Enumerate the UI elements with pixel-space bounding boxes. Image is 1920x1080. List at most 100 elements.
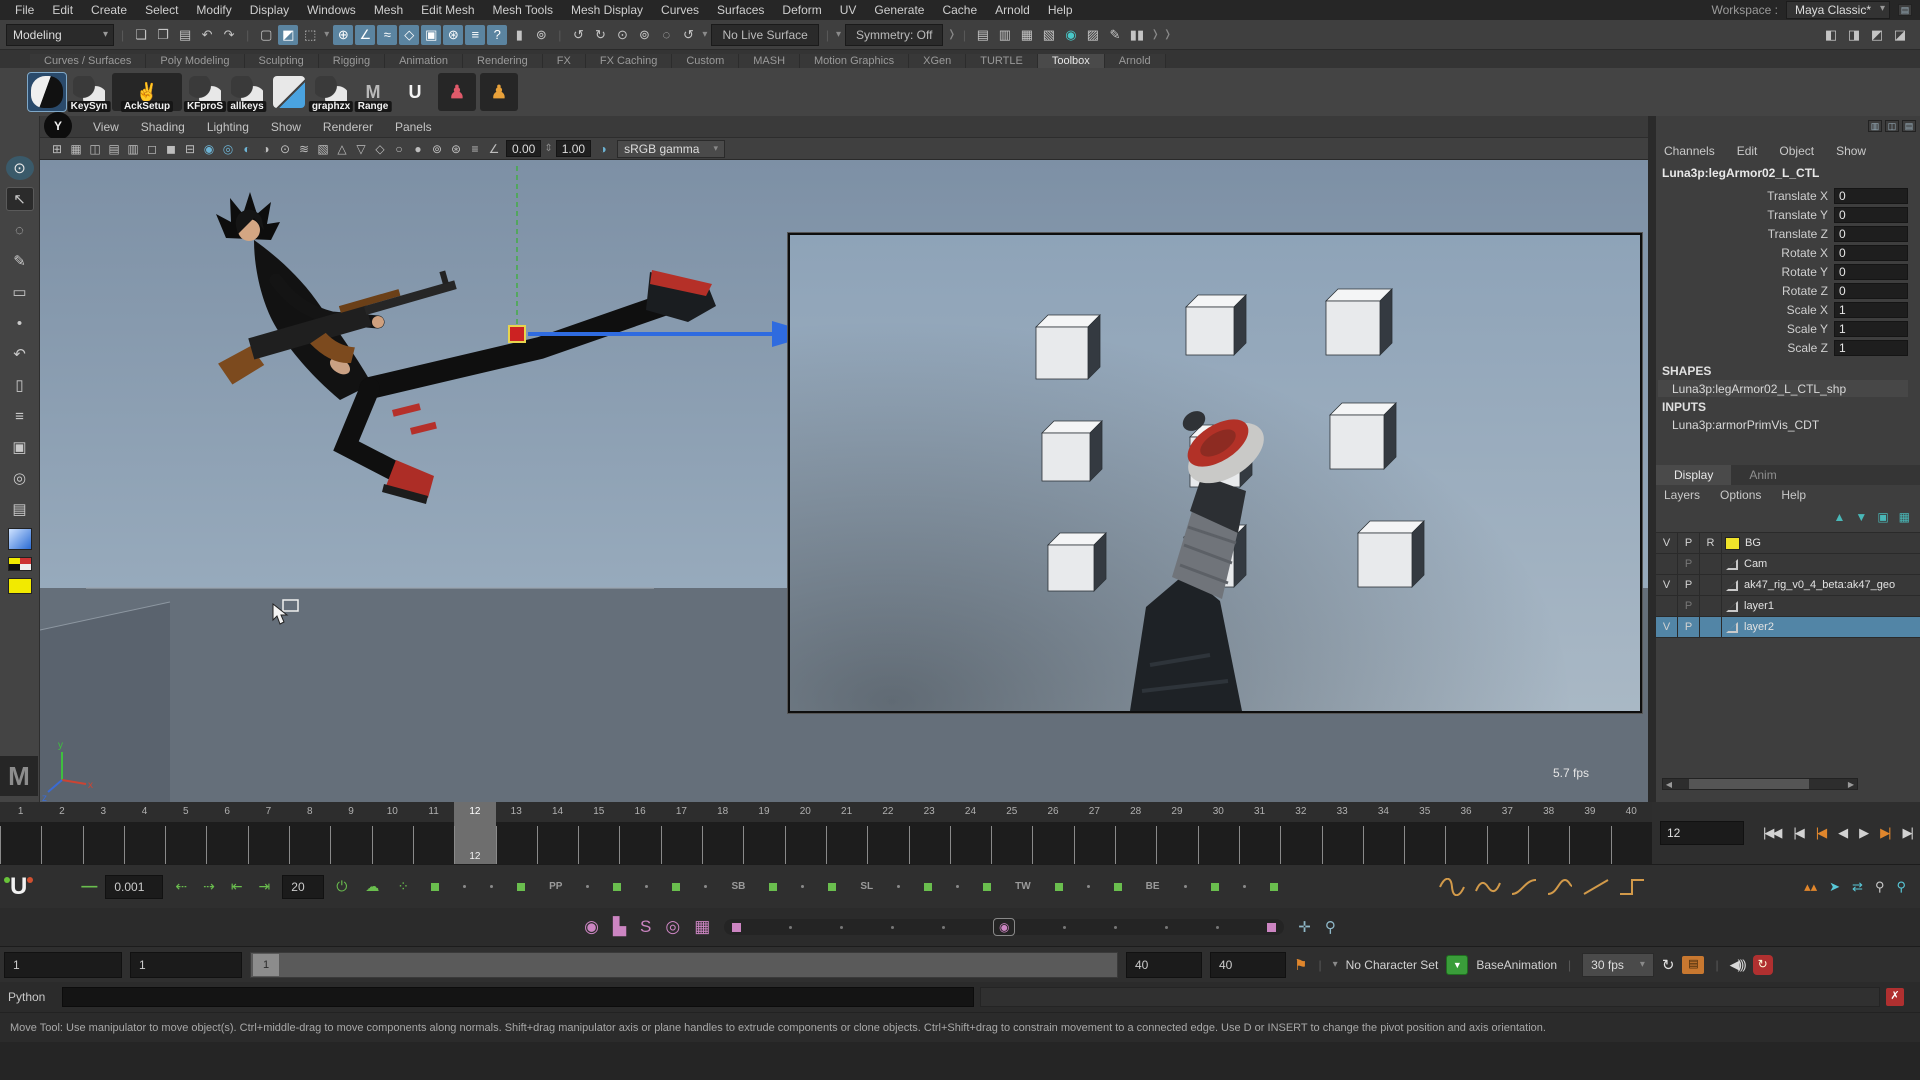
menu-item[interactable]: Arnold [986, 3, 1039, 17]
viewport-menu-item[interactable]: View [82, 120, 130, 134]
shelf-item[interactable]: U [396, 73, 434, 111]
key-strip-item[interactable] [517, 883, 525, 891]
rotate-tool-icon[interactable]: • [6, 311, 34, 335]
frame-cell[interactable]: 34 34 [1363, 802, 1404, 864]
shelf-item[interactable] [28, 73, 66, 111]
frame-cell[interactable]: 7 7 [248, 802, 289, 864]
shelf-item[interactable]: KFproS [186, 73, 224, 111]
menu-item[interactable]: Mesh Display [562, 3, 652, 17]
layer-editor-tab[interactable]: Anim [1731, 465, 1794, 485]
frame-cell[interactable]: 29 29 [1156, 802, 1197, 864]
shelf-item[interactable]: KeySyn [70, 73, 108, 111]
shift-keys-left-icon[interactable]: ⇤ [227, 878, 247, 895]
redo-icon[interactable]: ↷ [219, 25, 239, 45]
power-icon[interactable]: ⏻ [332, 878, 351, 895]
attribute-label[interactable]: Scale Z [1656, 341, 1834, 355]
character-pose-icon[interactable]: ⚲ [1875, 879, 1885, 895]
camera2-tool-icon[interactable]: ◎ [6, 466, 34, 490]
menu-item[interactable]: Curves [652, 3, 708, 17]
wireframe-icon[interactable]: ◉ [200, 140, 218, 158]
frame-cell[interactable]: 24 24 [950, 802, 991, 864]
play-forwards-button[interactable]: ▶ [1856, 825, 1870, 841]
field-chart-icon[interactable]: ▥ [124, 140, 142, 158]
manipulator-center-handle[interactable] [509, 326, 525, 342]
key-strip-item[interactable] [1055, 883, 1063, 891]
lights-icon[interactable]: ◑ [257, 140, 275, 158]
frame-cell[interactable]: 30 30 [1198, 802, 1239, 864]
move-tool-icon[interactable]: ▭ [6, 280, 34, 304]
layer-editor-menu-item[interactable]: Options [1720, 488, 1761, 502]
attribute-label[interactable]: Rotate Y [1656, 265, 1834, 279]
layer-color-swatch[interactable] [1725, 537, 1740, 550]
anim-layer-button[interactable]: ▼ [1446, 955, 1468, 975]
object-details-icon[interactable]: ≡ [466, 140, 484, 158]
dots-grid-icon[interactable]: ⁘ [393, 878, 413, 895]
playback-start-field[interactable]: 1 [130, 952, 242, 978]
layer-row[interactable]: P layer1 [1656, 596, 1920, 617]
bookmark-icon[interactable]: ⚑ [1294, 956, 1307, 974]
menu-item[interactable]: Display [241, 3, 298, 17]
viewport-menu-item[interactable]: Panels [384, 120, 443, 134]
playblast-icon[interactable]: ▤ [1682, 956, 1704, 974]
key-strip-item[interactable] [490, 885, 493, 888]
layer-scrollbar[interactable]: ◀ ▶ [1662, 778, 1858, 790]
make-live-icon[interactable]: ≡ [465, 25, 485, 45]
globe-icon[interactable]: ◎ [665, 917, 680, 937]
anim-layer-name[interactable]: BaseAnimation [1476, 958, 1557, 972]
history-chevron[interactable]: ▾ [702, 29, 707, 40]
frame-cell[interactable]: 17 17 [661, 802, 702, 864]
shelf-tab[interactable]: Arnold [1105, 54, 1166, 68]
layer-playback-toggle[interactable]: P [1678, 554, 1700, 574]
shelf-item[interactable]: ♟ [480, 73, 518, 111]
menu-item[interactable]: Cache [933, 3, 986, 17]
blocks-icon[interactable]: ▙ [613, 917, 626, 937]
safe-action-icon[interactable]: ◻ [143, 140, 161, 158]
snap-view-plane-icon[interactable]: ▣ [421, 25, 441, 45]
layereditor-tab-icon[interactable]: ◫ [1885, 120, 1899, 132]
attribute-label[interactable]: Translate Y [1656, 208, 1834, 222]
frame-cell[interactable]: 26 26 [1032, 802, 1073, 864]
attribute-label[interactable]: Translate X [1656, 189, 1834, 203]
animation-start-field[interactable]: 1 [4, 952, 122, 978]
animbot-logo-icon[interactable]: U [10, 873, 27, 901]
motion-blur-icon[interactable]: ▧ [314, 140, 332, 158]
frame-cell[interactable]: 15 15 [578, 802, 619, 864]
frame-cell[interactable]: 19 19 [743, 802, 784, 864]
key-strip-item[interactable] [897, 885, 900, 888]
layer-playback-toggle[interactable]: P [1678, 575, 1700, 595]
frame-cell[interactable]: 37 37 [1487, 802, 1528, 864]
menu-item[interactable]: Deform [773, 3, 830, 17]
key-strip-item[interactable] [924, 883, 932, 891]
key-strip-item[interactable] [704, 885, 707, 888]
open-scene-icon[interactable]: ❐ [153, 25, 173, 45]
attribute-value-field[interactable]: 1 [1834, 340, 1908, 356]
inview-logo-icon[interactable]: Y [44, 112, 72, 140]
frame-cell[interactable]: 23 23 [909, 802, 950, 864]
view-transform-dropdown[interactable]: sRGB gamma ▾ [617, 140, 725, 158]
character-set-selector[interactable]: No Character Set [1346, 958, 1439, 972]
render-view-icon[interactable]: ▤ [973, 25, 993, 45]
layer-row[interactable]: V P R BG [1656, 533, 1920, 554]
render-current-frame-icon[interactable]: ▥ [995, 25, 1015, 45]
viewport-menu-item[interactable]: Shading [130, 120, 196, 134]
frame-cell[interactable]: 4 4 [124, 802, 165, 864]
menu-item[interactable]: Help [1039, 3, 1082, 17]
pause-icon[interactable]: ▮▮ [1127, 25, 1147, 45]
go-to-start-button[interactable]: |◀◀ [1760, 825, 1783, 841]
frame-cell[interactable]: 8 8 [289, 802, 330, 864]
key-strip-item[interactable] [613, 883, 621, 891]
layer-visibility-toggle[interactable]: V [1656, 617, 1678, 637]
isolate-select-icon[interactable]: ● [409, 140, 427, 158]
attribute-label[interactable]: Scale Y [1656, 322, 1834, 336]
shelf-tab[interactable]: Motion Graphics [800, 54, 909, 68]
attribute-label[interactable]: Rotate Z [1656, 284, 1834, 298]
snap-surface-icon[interactable]: ⊛ [443, 25, 463, 45]
command-language-label[interactable]: Python [8, 990, 56, 1004]
step-forward-key-button[interactable]: ▶| [1877, 825, 1892, 841]
key-strip-item[interactable] [769, 883, 777, 891]
channel-box-menu-item[interactable]: Object [1779, 144, 1814, 158]
last-tool-icon[interactable]: ↶ [6, 342, 34, 366]
character-set-chevron[interactable]: ▾ [1333, 959, 1338, 970]
shelf-item[interactable]: ✌ AckSetup [112, 73, 182, 111]
script-editor-error-icon[interactable]: ✗ [1886, 988, 1904, 1006]
